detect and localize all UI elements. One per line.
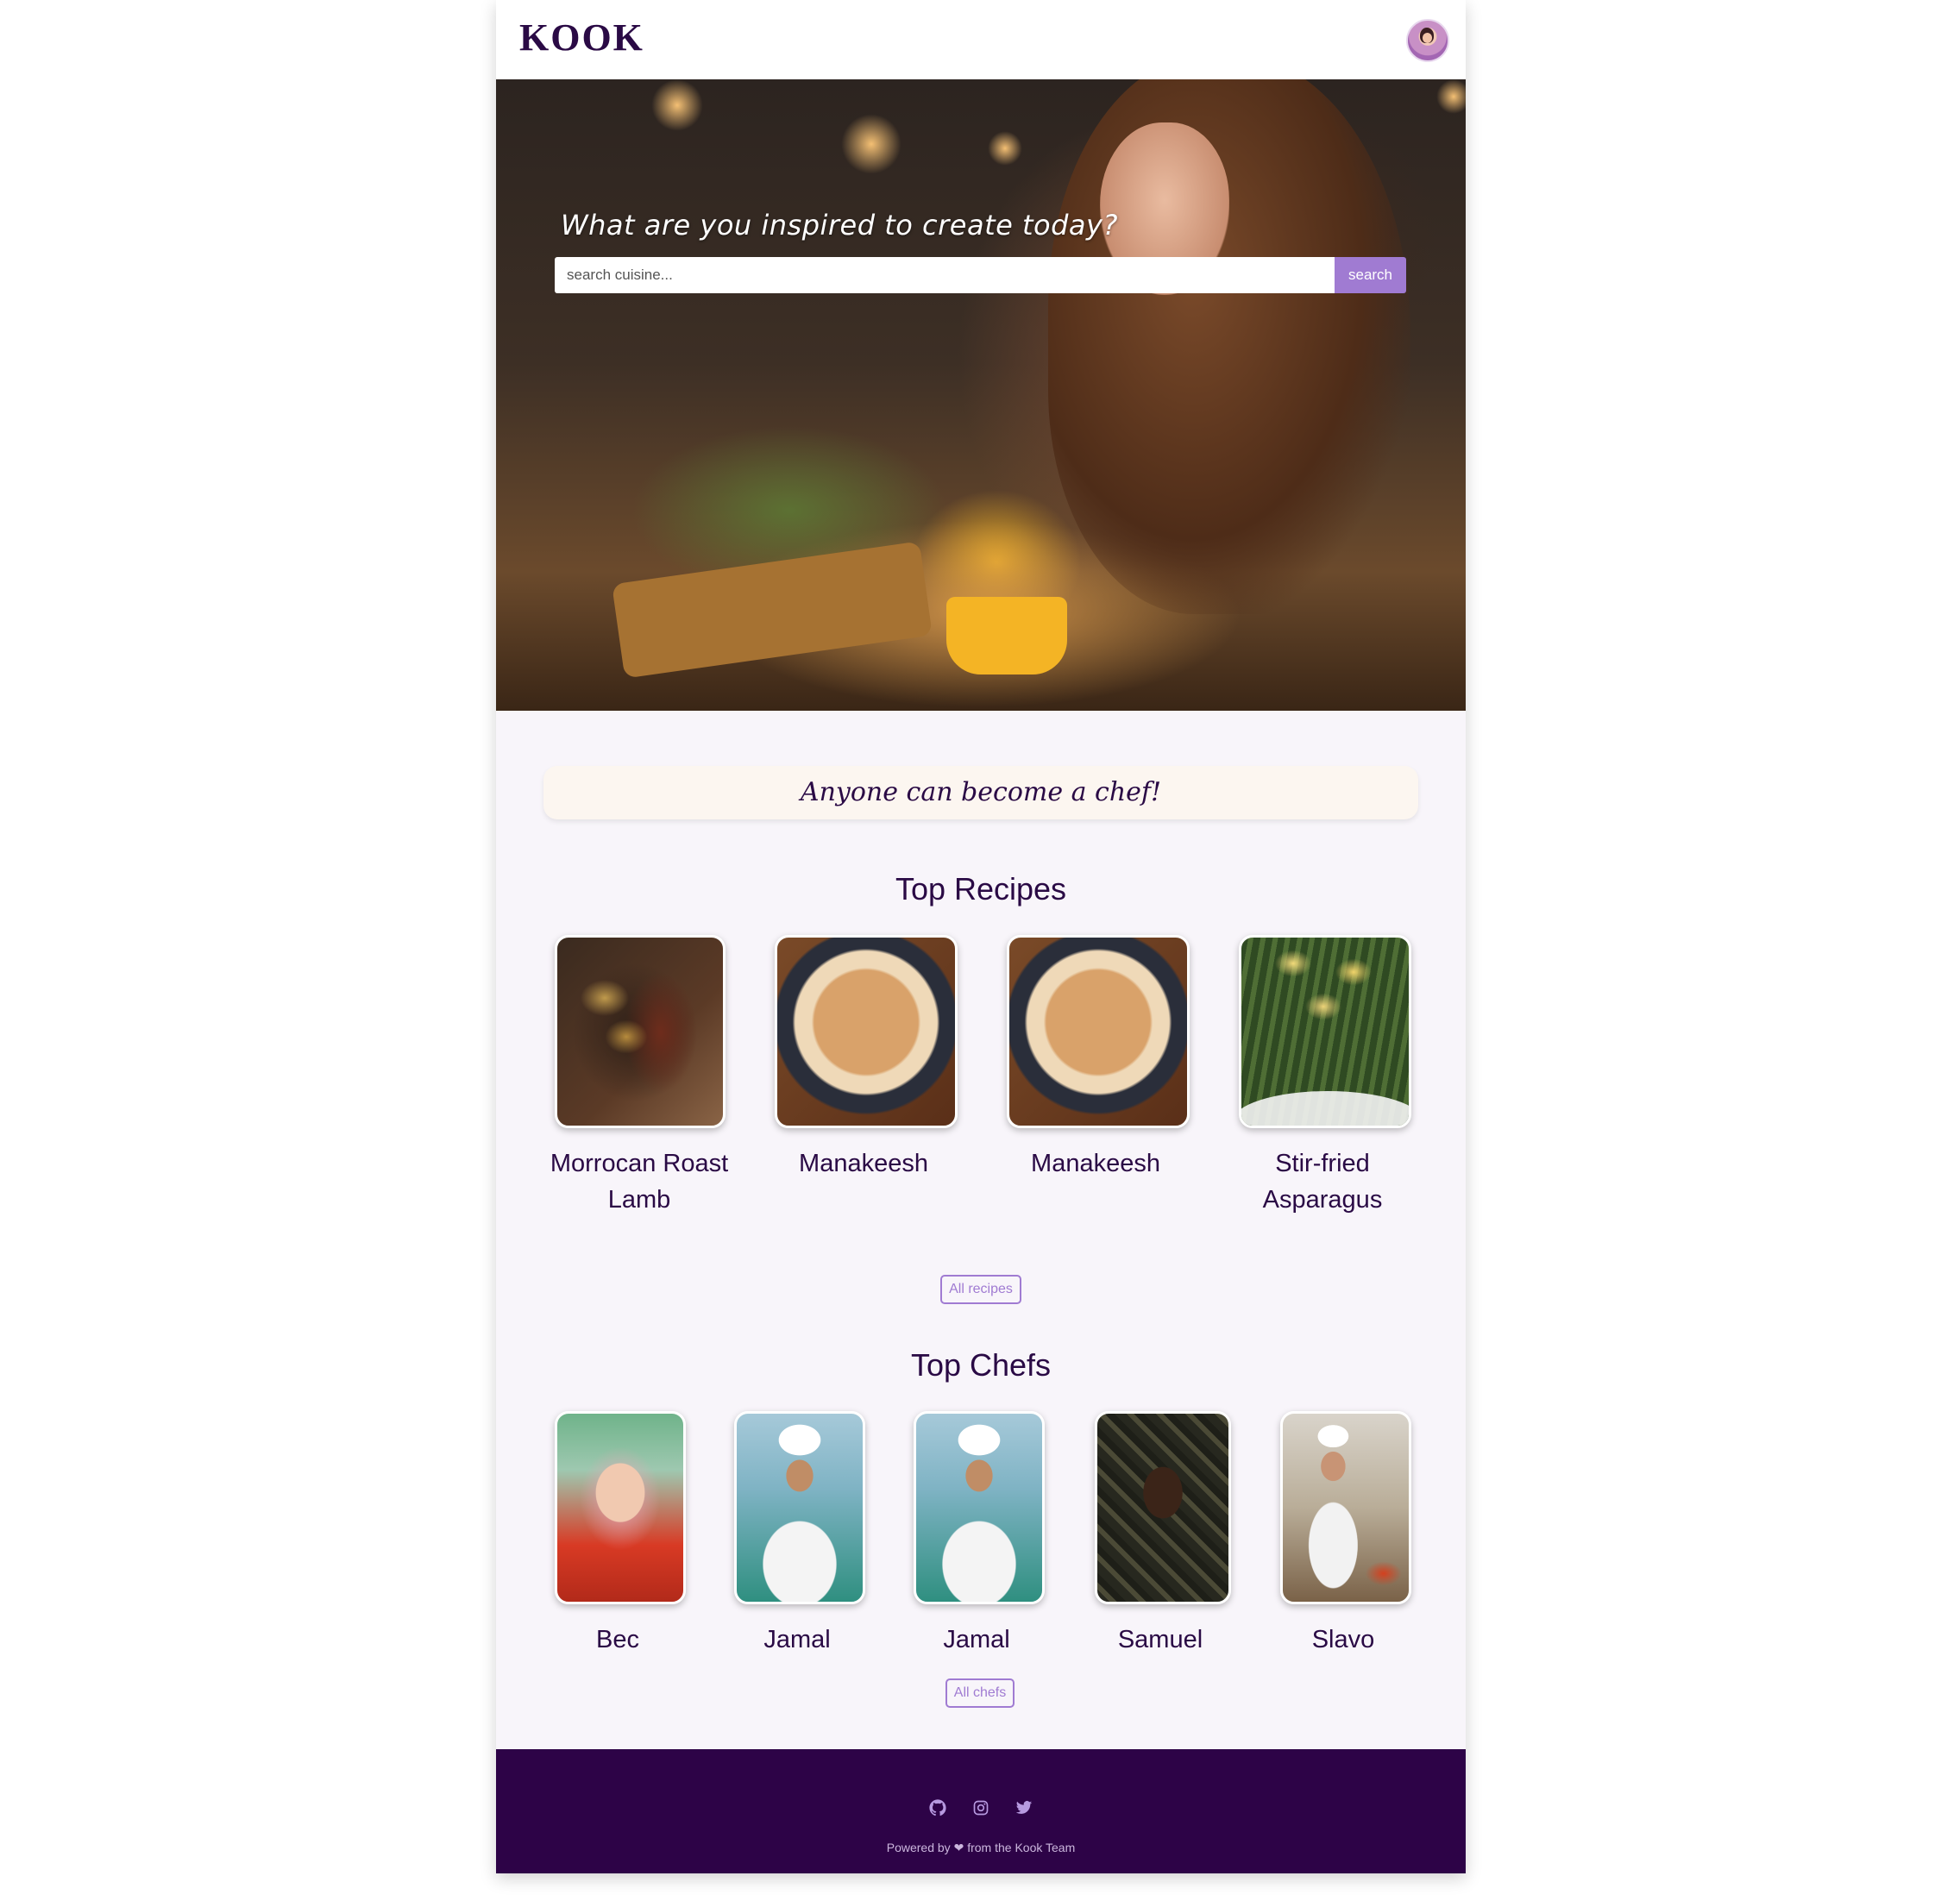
footer-powered-prefix: Powered by	[886, 1841, 951, 1854]
recipe-name[interactable]: Stir-fried Asparagus	[1230, 1145, 1415, 1218]
chef-name[interactable]: Jamal	[905, 1622, 1048, 1658]
chef-photo-samuel[interactable]	[1095, 1411, 1231, 1604]
twitter-icon[interactable]	[1015, 1799, 1033, 1816]
search-bar: search	[555, 257, 1406, 293]
plate-rim	[1241, 1091, 1409, 1126]
chef-name[interactable]: Slavo	[1272, 1622, 1415, 1658]
user-avatar[interactable]	[1406, 19, 1449, 62]
recipe-name[interactable]: Manakeesh	[998, 1145, 1193, 1182]
social-links	[496, 1799, 1466, 1816]
all-chefs-button[interactable]: All chefs	[945, 1678, 1015, 1708]
tagline: Anyone can become a chef!	[543, 766, 1418, 819]
header: KOOK	[496, 0, 1466, 79]
hero-title: What are you inspired to create today?	[561, 209, 1118, 242]
hero-yellow-cup	[946, 597, 1067, 674]
recipe-image-asparagus[interactable]	[1239, 935, 1411, 1128]
footer-powered-suffix: from the Kook Team	[967, 1841, 1076, 1854]
top-recipes-title: Top Recipes	[895, 871, 1067, 907]
footer: Powered by ❤ from the Kook Team	[496, 1749, 1466, 1873]
chef-name[interactable]: Bec	[546, 1622, 689, 1658]
chef-photo-jamal[interactable]	[734, 1411, 865, 1604]
github-icon[interactable]	[929, 1799, 946, 1816]
avatar-face	[1423, 33, 1432, 43]
chef-name[interactable]: Samuel	[1086, 1622, 1234, 1658]
bokeh-light	[1436, 79, 1466, 114]
recipe-image-manakeesh[interactable]	[1007, 935, 1190, 1128]
recipe-name[interactable]: Manakeesh	[766, 1145, 961, 1182]
all-recipes-button[interactable]: All recipes	[940, 1275, 1021, 1304]
hero-person	[1048, 79, 1410, 614]
search-button[interactable]: search	[1335, 257, 1406, 293]
bokeh-light	[988, 131, 1022, 166]
footer-credit: Powered by ❤ from the Kook Team	[496, 1841, 1466, 1855]
instagram-icon[interactable]	[972, 1799, 989, 1816]
logo[interactable]: KOOK	[519, 16, 644, 60]
bokeh-light	[651, 79, 703, 131]
hero-cutting-board	[612, 541, 933, 679]
recipe-name[interactable]: Morrocan Roast Lamb	[546, 1145, 732, 1218]
bokeh-light	[841, 114, 901, 174]
search-input[interactable]	[555, 257, 1335, 293]
top-chefs-title: Top Chefs	[910, 1347, 1052, 1383]
chef-photo-slavo[interactable]	[1280, 1411, 1411, 1604]
hero-banner: What are you inspired to create today? s…	[496, 79, 1466, 711]
page: KOOK What are you inspired to create tod…	[496, 0, 1466, 1873]
heart-icon: ❤	[953, 1841, 964, 1854]
chef-photo-jamal[interactable]	[914, 1411, 1045, 1604]
chef-photo-bec[interactable]	[555, 1411, 686, 1604]
chef-name[interactable]: Jamal	[726, 1622, 869, 1658]
recipe-image-roast-lamb[interactable]	[555, 935, 726, 1128]
recipe-image-manakeesh[interactable]	[775, 935, 958, 1128]
